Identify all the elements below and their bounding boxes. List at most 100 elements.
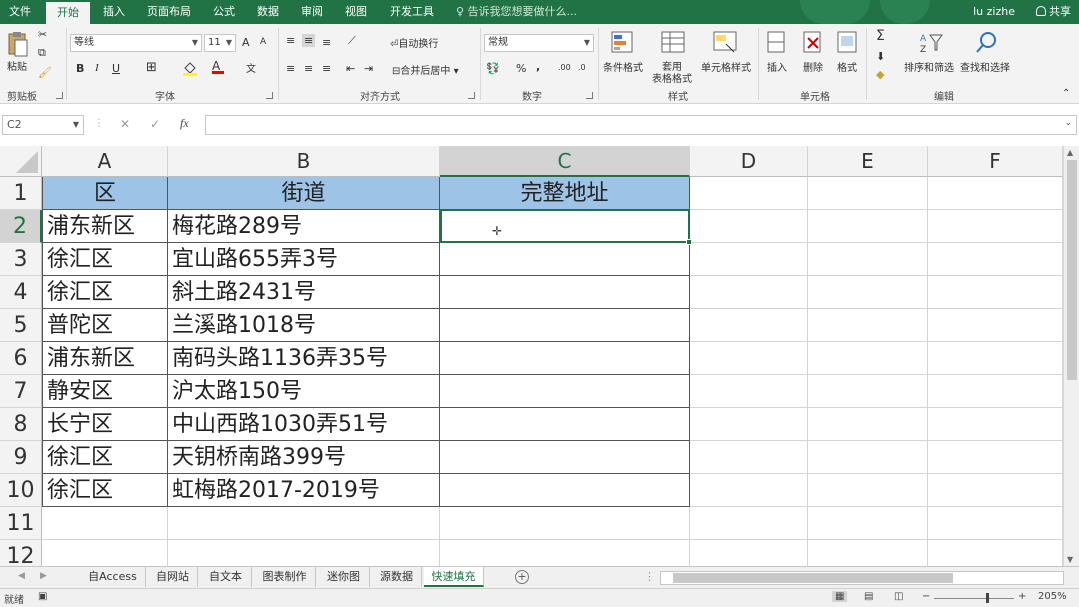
row-header-7[interactable]: 7: [0, 375, 42, 408]
table-header-cell[interactable]: 完整地址: [440, 177, 690, 210]
horizontal-scroll-thumb[interactable]: [673, 573, 953, 583]
paste-button[interactable]: [6, 30, 28, 58]
cell-b5[interactable]: 兰溪路1018号: [168, 309, 440, 342]
autosum-icon[interactable]: Σ: [876, 28, 885, 44]
tab-split-grip-icon[interactable]: ⋮: [644, 570, 655, 583]
cell-e6[interactable]: [808, 342, 928, 375]
cell-styles-button[interactable]: [712, 30, 738, 59]
cell-c4[interactable]: [440, 276, 690, 309]
insert-function-button[interactable]: fx: [180, 116, 189, 131]
cancel-icon[interactable]: ✕: [120, 117, 130, 131]
tab-developer[interactable]: 开发工具: [382, 0, 442, 24]
align-bottom-icon[interactable]: ≡: [322, 36, 331, 49]
tab-data[interactable]: 数据: [248, 0, 288, 24]
page-layout-view-icon[interactable]: ▤: [864, 591, 873, 602]
cell-a12[interactable]: [42, 540, 168, 566]
cell-d8[interactable]: [690, 408, 808, 441]
cell-e8[interactable]: [808, 408, 928, 441]
cell-a3[interactable]: 徐汇区: [42, 243, 168, 276]
cell-b3[interactable]: 宜山路655弄3号: [168, 243, 440, 276]
cell-d1[interactable]: [690, 177, 808, 210]
cell-c7[interactable]: [440, 375, 690, 408]
cell-d9[interactable]: [690, 441, 808, 474]
zoom-slider-thumb[interactable]: [986, 593, 989, 603]
column-header-b[interactable]: B: [168, 146, 440, 177]
borders-icon[interactable]: ⊞: [146, 60, 157, 75]
cell-f7[interactable]: [928, 375, 1063, 408]
font-color-button[interactable]: A: [212, 59, 224, 74]
cell-c5[interactable]: [440, 309, 690, 342]
orientation-icon[interactable]: ⟋: [348, 34, 356, 48]
macro-record-icon[interactable]: ▣: [38, 591, 47, 602]
cell-a2[interactable]: 浦东新区: [42, 210, 168, 243]
tab-home[interactable]: 开始: [46, 2, 90, 24]
align-middle-icon[interactable]: ≡: [302, 34, 316, 47]
sheet-tab[interactable]: 自文本: [200, 567, 252, 587]
copy-icon[interactable]: ⧉: [38, 46, 46, 60]
cell-f8[interactable]: [928, 408, 1063, 441]
cell-a10[interactable]: 徐汇区: [42, 474, 168, 507]
cell-f10[interactable]: [928, 474, 1063, 507]
table-header-cell[interactable]: 街道: [168, 177, 440, 210]
format-cells-button[interactable]: [836, 30, 858, 59]
cell-a4[interactable]: 徐汇区: [42, 276, 168, 309]
shrink-font-button[interactable]: A: [260, 37, 266, 47]
cell-a11[interactable]: [42, 507, 168, 540]
scroll-down-icon[interactable]: ▼: [1067, 555, 1073, 564]
prev-sheet-icon[interactable]: ◀: [18, 571, 25, 581]
sheet-tab[interactable]: 迷你图: [318, 567, 370, 587]
horizontal-scrollbar[interactable]: [660, 571, 1064, 585]
column-header-e[interactable]: E: [808, 146, 928, 177]
row-header-10[interactable]: 10: [0, 474, 42, 507]
cell-f6[interactable]: [928, 342, 1063, 375]
sheet-tab[interactable]: 图表制作: [254, 567, 316, 587]
cell-f2[interactable]: [928, 210, 1063, 243]
cell-e12[interactable]: [808, 540, 928, 566]
cell-b11[interactable]: [168, 507, 440, 540]
cell-e11[interactable]: [808, 507, 928, 540]
cell-f11[interactable]: [928, 507, 1063, 540]
add-sheet-button[interactable]: +: [515, 570, 529, 584]
cell-d6[interactable]: [690, 342, 808, 375]
next-sheet-icon[interactable]: ▶: [40, 571, 47, 581]
row-header-4[interactable]: 4: [0, 276, 42, 309]
cell-d11[interactable]: [690, 507, 808, 540]
cell-e1[interactable]: [808, 177, 928, 210]
decrease-indent-icon[interactable]: ⇤: [346, 62, 355, 75]
sort-filter-button[interactable]: AZ: [918, 30, 944, 59]
cell-e2[interactable]: [808, 210, 928, 243]
cell-c12[interactable]: [440, 540, 690, 566]
cell-c6[interactable]: [440, 342, 690, 375]
cell-e10[interactable]: [808, 474, 928, 507]
decrease-decimal-icon[interactable]: .0: [578, 63, 586, 72]
row-header-9[interactable]: 9: [0, 441, 42, 474]
grow-font-button[interactable]: A: [242, 36, 250, 49]
cell-c9[interactable]: [440, 441, 690, 474]
cell-e5[interactable]: [808, 309, 928, 342]
cell-d12[interactable]: [690, 540, 808, 566]
sheet-tab[interactable]: 自Access: [80, 567, 146, 587]
vertical-scroll-thumb[interactable]: [1067, 160, 1077, 380]
scroll-up-icon[interactable]: ▲: [1067, 148, 1073, 157]
align-center-icon[interactable]: ≡: [304, 62, 313, 75]
tab-formulas[interactable]: 公式: [204, 0, 244, 24]
conditional-format-button[interactable]: [610, 30, 636, 59]
cell-d4[interactable]: [690, 276, 808, 309]
cell-f3[interactable]: [928, 243, 1063, 276]
cell-e4[interactable]: [808, 276, 928, 309]
sheet-tab[interactable]: 快速填充: [424, 567, 484, 587]
cell-d10[interactable]: [690, 474, 808, 507]
cell-c3[interactable]: [440, 243, 690, 276]
cell-d7[interactable]: [690, 375, 808, 408]
format-painter-icon[interactable]: 🖌: [38, 66, 52, 79]
tab-insert[interactable]: 插入: [94, 0, 134, 24]
cell-f1[interactable]: [928, 177, 1063, 210]
row-header-8[interactable]: 8: [0, 408, 42, 441]
insert-cells-button[interactable]: [766, 30, 788, 59]
cell-d5[interactable]: [690, 309, 808, 342]
cell-a8[interactable]: 长宁区: [42, 408, 168, 441]
phonetic-icon[interactable]: 文: [246, 60, 256, 75]
row-header-2[interactable]: 2: [0, 210, 42, 243]
cell-f9[interactable]: [928, 441, 1063, 474]
cell-f5[interactable]: [928, 309, 1063, 342]
